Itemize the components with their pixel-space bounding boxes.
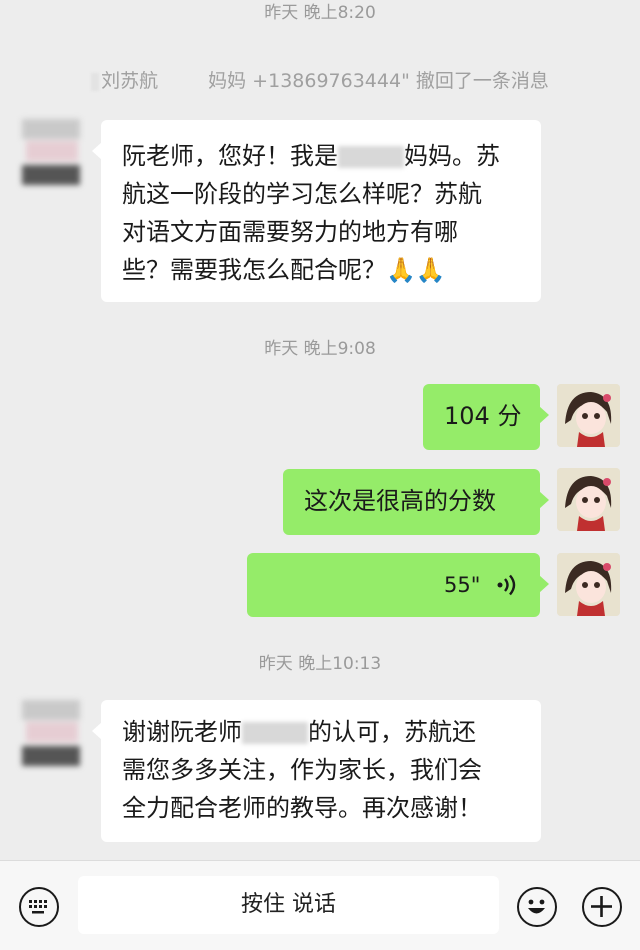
recall-sender: 刘苏航 (101, 70, 159, 92)
message-bubble[interactable]: 阮老师，您好！我是 妈妈。苏 航这一阶段的学习怎么样呢？苏航 对语文方面需要努力的… (92, 120, 541, 302)
blurred-name (242, 722, 308, 744)
hold-to-talk-button[interactable]: 按住 说话 (78, 876, 499, 934)
timestamp: 昨天 晚上8:20 (264, 3, 376, 23)
message-text: 需您多多关注，作为家长，我们会 (122, 756, 482, 784)
message-bubble[interactable]: 这次是很高的分数 (283, 469, 549, 535)
plus-icon[interactable] (582, 887, 622, 927)
message-text: 谢谢阮老师 (122, 718, 242, 746)
message-text: 阮老师，您好！我是 (122, 142, 338, 170)
user-avatar-image (557, 384, 620, 447)
contact-avatar[interactable] (20, 117, 82, 189)
contact-avatar[interactable] (20, 698, 82, 770)
user-avatar[interactable] (557, 553, 620, 616)
voice-message[interactable]: 55" (247, 553, 549, 617)
timestamp: 昨天 晚上10:13 (258, 654, 382, 674)
pray-emoji-icon: 🙏🙏 (386, 256, 446, 284)
message-text: 航这一阶段的学习怎么样呢？苏航 (122, 180, 482, 208)
timestamp: 昨天 晚上9:08 (264, 339, 376, 359)
blurred-text (91, 72, 100, 91)
voice-wave-icon (497, 574, 516, 596)
message-bubble[interactable]: 谢谢阮老师 的认可，苏航还 需您多多关注，作为家长，我们会 全力配合老师的教导。再… (92, 700, 541, 842)
blurred-name (338, 146, 404, 168)
user-avatar-image (557, 468, 620, 531)
message-text: 妈妈。苏 (404, 142, 500, 170)
message-bubble[interactable]: 104 分 (423, 384, 549, 450)
user-avatar-image (557, 553, 620, 616)
input-bar: 按住 说话 (0, 860, 640, 950)
message-text: 104 分 (444, 402, 522, 430)
message-text: 这次是很高的分数 (304, 487, 496, 515)
user-avatar[interactable] (557, 468, 620, 531)
message-text: 的认可，苏航还 (308, 718, 476, 746)
message-text: 全力配合老师的教导。再次感谢！ (122, 794, 482, 822)
recall-text: 妈妈 +13869763444" 撤回了一条消息 (208, 70, 549, 92)
message-text: 对语文方面需要努力的地方有哪 (122, 218, 458, 246)
voice-duration: 55" (443, 573, 481, 597)
message-text: 些？需要我怎么配合呢？ (122, 256, 386, 284)
user-avatar[interactable] (557, 384, 620, 447)
keyboard-icon[interactable] (19, 887, 59, 927)
recall-notice: 刘苏航 妈妈 +13869763444" 撤回了一条消息 (0, 66, 640, 93)
emoji-icon[interactable] (517, 887, 557, 927)
